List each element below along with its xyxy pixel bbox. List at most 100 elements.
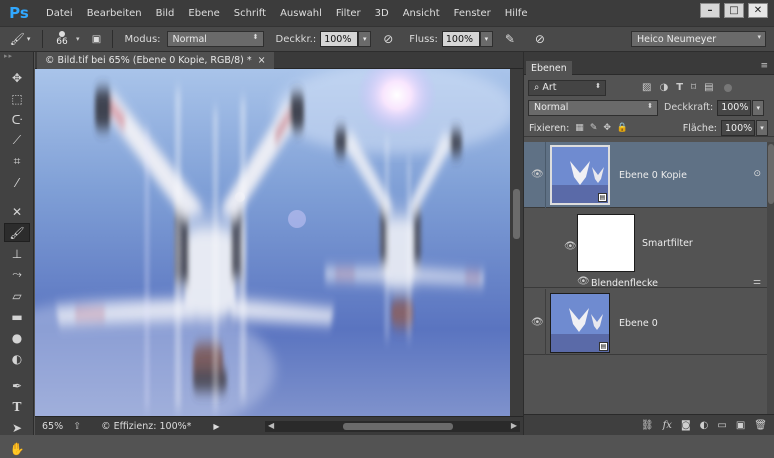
close-icon[interactable]: × — [258, 55, 266, 66]
eraser-tool[interactable]: ▱ — [4, 286, 30, 305]
menu-ansicht[interactable]: Ansicht — [396, 8, 447, 19]
opacity-field[interactable]: 100% — [320, 31, 359, 47]
trash-icon[interactable]: 🗑 — [754, 420, 767, 431]
menu-3d[interactable]: 3D — [368, 8, 396, 19]
workspace-select[interactable]: Heico Neumeyer ▾ — [631, 31, 766, 47]
maximize-button[interactable]: □ — [724, 3, 744, 18]
layer-opacity-field[interactable]: 100% — [717, 99, 752, 116]
brush-size-picker[interactable]: 66 — [49, 28, 75, 50]
blend-mode-select[interactable]: Normal ⬍ — [528, 99, 658, 116]
panel-menu-icon[interactable]: ≡ — [760, 61, 768, 71]
blur-tool[interactable]: ● — [4, 328, 30, 347]
new-group-icon[interactable]: ▭ — [717, 420, 726, 431]
menu-bearbeiten[interactable]: Bearbeiten — [80, 8, 149, 19]
scroll-thumb[interactable] — [513, 189, 520, 239]
type-filter-icon[interactable]: T — [676, 82, 683, 93]
status-menu-arrow[interactable]: ▶ — [213, 422, 219, 431]
lock-all-icon[interactable]: 🔒 — [617, 123, 628, 133]
pressure-opacity-toggle[interactable]: ⊘ — [377, 32, 399, 46]
layer-row[interactable]: 👁 ▤ Ebene 0 — [524, 289, 767, 355]
horizontal-scrollbar[interactable]: ◀ ▶ — [265, 421, 520, 432]
menu-datei[interactable]: Datei — [39, 8, 80, 19]
document-tab[interactable]: © Bild.tif bei 65% (Ebene 0 Kopie, RGB/8… — [37, 52, 274, 69]
zoom-level[interactable]: 65% — [42, 421, 63, 432]
layers-scrollbar[interactable] — [767, 142, 774, 414]
smart-filter-row[interactable]: 👁 Smartfilter 👁 Blendenflecke ⚌ — [524, 208, 767, 289]
eye-icon[interactable]: 👁 — [531, 317, 544, 328]
menu-bild[interactable]: Bild — [149, 8, 182, 19]
lasso-tool[interactable]: ᑢ — [4, 110, 30, 129]
link-layers-icon[interactable]: ⛓ — [641, 420, 654, 431]
smart-filter-indicator-icon[interactable]: ⊙ — [753, 169, 761, 179]
layer-thumbnail[interactable]: ▤ — [550, 293, 610, 353]
document-canvas[interactable] — [35, 69, 510, 416]
image-filter-icon[interactable]: ▨ — [642, 82, 651, 93]
eye-icon[interactable]: 👁 — [577, 276, 590, 287]
gradient-tool[interactable]: ▬ — [4, 307, 30, 326]
fill-slider-button[interactable]: ▾ — [756, 120, 768, 136]
smart-object-filter-icon[interactable]: ▤ — [704, 82, 713, 93]
filter-options-icon[interactable]: ⚌ — [753, 277, 761, 287]
crop-tool[interactable]: ⌗ — [4, 152, 30, 171]
adjustment-layer-icon[interactable]: ◐ — [700, 420, 709, 431]
flow-field[interactable]: 100% — [441, 31, 480, 47]
menu-ebene[interactable]: Ebene — [181, 8, 226, 19]
mode-select[interactable]: Normal ⬍ — [166, 31, 264, 47]
filter-toggle-icon[interactable] — [723, 83, 732, 92]
menu-schrift[interactable]: Schrift — [227, 8, 273, 19]
smart-filter-name[interactable]: Smartfilter — [642, 238, 693, 249]
export-icon[interactable]: ⇪ — [73, 421, 81, 432]
quick-select-tool[interactable]: ⟋ — [4, 131, 30, 150]
lock-position-icon[interactable]: ✥ — [603, 123, 611, 133]
layer-filter-select[interactable]: ⌕ Art ⬍ — [528, 79, 606, 96]
menu-fenster[interactable]: Fenster — [447, 8, 498, 19]
layer-name[interactable]: Ebene 0 Kopie — [619, 170, 687, 181]
vertical-scrollbar[interactable] — [510, 69, 523, 416]
path-select-tool[interactable]: ➤ — [4, 418, 30, 437]
scroll-right-icon[interactable]: ▶ — [511, 421, 517, 430]
fx-icon[interactable]: fx — [663, 420, 672, 431]
scroll-thumb[interactable] — [768, 144, 774, 204]
scroll-thumb[interactable] — [343, 423, 453, 430]
tab-ebenen[interactable]: Ebenen — [526, 61, 572, 75]
brush-panel-toggle[interactable]: ▣ — [88, 34, 106, 45]
menu-hilfe[interactable]: Hilfe — [498, 8, 535, 19]
hand-tool[interactable]: ✋ — [4, 439, 30, 458]
layer-row[interactable]: 👁 ▤ Ebene 0 Kopie ⊙ — [524, 142, 767, 208]
add-mask-icon[interactable]: ◙ — [681, 420, 691, 431]
menu-filter[interactable]: Filter — [329, 8, 368, 19]
adjustment-filter-icon[interactable]: ◑ — [659, 82, 668, 93]
filter-effect-name[interactable]: Blendenflecke — [591, 278, 658, 289]
lock-transparent-icon[interactable]: ▦ — [575, 123, 584, 133]
scroll-left-icon[interactable]: ◀ — [268, 421, 274, 430]
eyedropper-tool[interactable]: ⁄ — [4, 173, 30, 192]
flow-slider-button[interactable]: ▾ — [479, 31, 493, 47]
fill-field[interactable]: 100% — [721, 120, 755, 136]
move-tool[interactable]: ✥ — [4, 68, 30, 87]
eye-icon[interactable]: 👁 — [531, 169, 544, 180]
stamp-tool[interactable]: ⊥ — [4, 244, 30, 263]
layer-name[interactable]: Ebene 0 — [619, 318, 658, 329]
pen-tool[interactable]: ✒ — [4, 376, 30, 395]
marquee-tool[interactable]: ⬚ — [4, 89, 30, 108]
opacity-slider-button[interactable]: ▾ — [358, 31, 372, 47]
minimize-button[interactable]: – — [700, 3, 720, 18]
tool-preset-picker[interactable]: 🖌 ▾ — [4, 32, 36, 46]
shape-filter-icon[interactable]: ⌑ — [691, 82, 696, 93]
layer-thumbnail[interactable]: ▤ — [550, 145, 610, 205]
eye-icon[interactable]: 👁 — [564, 241, 577, 252]
type-tool[interactable]: T — [4, 397, 30, 416]
dodge-tool[interactable]: ◐ — [4, 349, 30, 368]
chevron-down-icon[interactable]: ▾ — [76, 35, 80, 43]
pressure-size-toggle[interactable]: ⊘ — [529, 32, 551, 46]
healing-tool[interactable]: ✕ — [4, 202, 30, 221]
layer-opacity-slider-button[interactable]: ▾ — [752, 99, 765, 116]
close-button[interactable]: ✕ — [748, 3, 768, 18]
menu-auswahl[interactable]: Auswahl — [273, 8, 329, 19]
lock-pixels-icon[interactable]: ✎ — [590, 123, 598, 133]
brush-tool[interactable]: 🖌 — [4, 223, 30, 242]
history-brush-tool[interactable]: ⤳ — [4, 265, 30, 284]
airbrush-toggle[interactable]: ✎ — [499, 32, 521, 46]
new-layer-icon[interactable]: ▣ — [736, 420, 745, 431]
panel-grip[interactable]: ▸▸ — [4, 52, 29, 66]
